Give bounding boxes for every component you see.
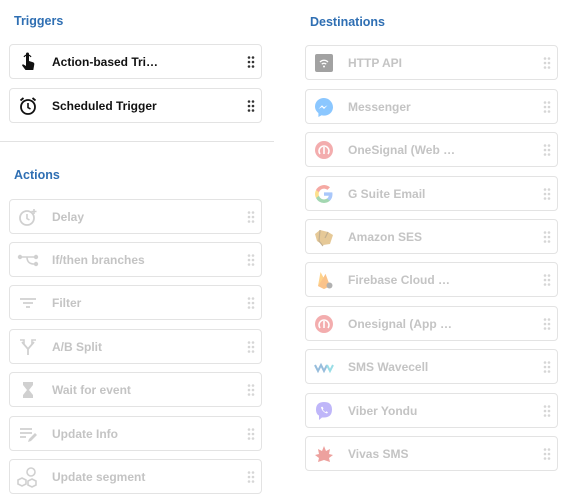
destination-viber-yondu[interactable]: Viber Yondu [305, 393, 558, 428]
trigger-action-based[interactable]: Action-based Tri… [9, 44, 262, 79]
drag-handle-icon[interactable] [247, 383, 255, 396]
drag-handle-icon[interactable] [247, 55, 255, 68]
drag-handle-icon[interactable] [543, 143, 551, 156]
item-label: G Suite Email [348, 186, 426, 201]
item-label: Update Info [52, 426, 118, 441]
destination-vivas-sms[interactable]: Vivas SMS [305, 436, 558, 471]
item-label: A/B Split [52, 339, 102, 354]
divider [0, 141, 274, 142]
destination-http-api[interactable]: HTTP API [305, 45, 558, 80]
action-wait-event[interactable]: Wait for event [9, 372, 262, 407]
onesignal-icon [312, 138, 336, 162]
drag-handle-icon[interactable] [247, 210, 255, 223]
filter-icon [16, 291, 40, 315]
drag-handle-icon[interactable] [543, 360, 551, 373]
messenger-icon [312, 95, 336, 119]
destination-firebase[interactable]: Firebase Cloud … [305, 262, 558, 297]
drag-handle-icon[interactable] [247, 427, 255, 440]
tap-hand-icon [16, 50, 40, 74]
viber-icon [312, 399, 336, 423]
triggers-title: Triggers [14, 14, 64, 28]
drag-handle-icon[interactable] [543, 317, 551, 330]
drag-handle-icon[interactable] [543, 447, 551, 460]
destinations-title: Destinations [310, 15, 386, 29]
item-label: Update segment [52, 469, 146, 484]
onesignal-app-icon [312, 312, 336, 336]
item-label: Action-based Tri… [52, 54, 159, 69]
drag-handle-icon[interactable] [543, 56, 551, 69]
drag-handle-icon[interactable] [247, 340, 255, 353]
action-update-info[interactable]: Update Info [9, 416, 262, 451]
item-label: SMS Wavecell [348, 359, 429, 374]
destination-messenger[interactable]: Messenger [305, 89, 558, 124]
destination-sms-wavecell[interactable]: SMS Wavecell [305, 349, 558, 384]
wavecell-icon [312, 355, 336, 379]
action-ab-split[interactable]: A/B Split [9, 329, 262, 364]
drag-handle-icon[interactable] [543, 273, 551, 286]
drag-handle-icon[interactable] [247, 296, 255, 309]
firebase-icon [312, 268, 336, 292]
action-delay[interactable]: Delay [9, 199, 262, 234]
drag-handle-icon[interactable] [543, 230, 551, 243]
http-api-icon [312, 51, 336, 75]
item-label: Messenger [348, 99, 411, 114]
item-label: Delay [52, 209, 85, 224]
destination-onesignal-web[interactable]: OneSignal (Web … [305, 132, 558, 167]
item-label: Amazon SES [348, 229, 423, 244]
delay-clock-icon [16, 205, 40, 229]
item-label: Firebase Cloud … [348, 272, 451, 287]
drag-handle-icon[interactable] [543, 404, 551, 417]
item-label: Vivas SMS [348, 446, 409, 461]
branch-icon [16, 248, 40, 272]
item-label: Wait for event [52, 382, 131, 397]
drag-handle-icon[interactable] [543, 187, 551, 200]
hourglass-icon [16, 378, 40, 402]
split-icon [16, 335, 40, 359]
item-label: HTTP API [348, 55, 403, 70]
vivas-icon [312, 442, 336, 466]
item-label: OneSignal (Web … [348, 142, 456, 157]
item-label: Scheduled Trigger [52, 98, 157, 113]
item-label: Filter [52, 295, 82, 310]
destination-amazon-ses[interactable]: Amazon SES [305, 219, 558, 254]
google-icon [312, 182, 336, 206]
segment-icon [16, 465, 40, 489]
destination-gsuite-email[interactable]: G Suite Email [305, 176, 558, 211]
action-update-segment[interactable]: Update segment [9, 459, 262, 494]
drag-handle-icon[interactable] [247, 470, 255, 483]
drag-handle-icon[interactable] [543, 100, 551, 113]
action-filter[interactable]: Filter [9, 285, 262, 320]
item-label: Viber Yondu [348, 403, 418, 418]
drag-handle-icon[interactable] [247, 99, 255, 112]
item-label: If/then branches [52, 252, 145, 267]
alarm-clock-icon [16, 94, 40, 118]
action-if-then[interactable]: If/then branches [9, 242, 262, 277]
destination-onesignal-app[interactable]: Onesignal (App … [305, 306, 558, 341]
actions-title: Actions [14, 168, 60, 182]
amazon-ses-icon [312, 225, 336, 249]
edit-list-icon [16, 422, 40, 446]
drag-handle-icon[interactable] [247, 253, 255, 266]
trigger-scheduled[interactable]: Scheduled Trigger [9, 88, 262, 123]
item-label: Onesignal (App … [348, 316, 453, 331]
